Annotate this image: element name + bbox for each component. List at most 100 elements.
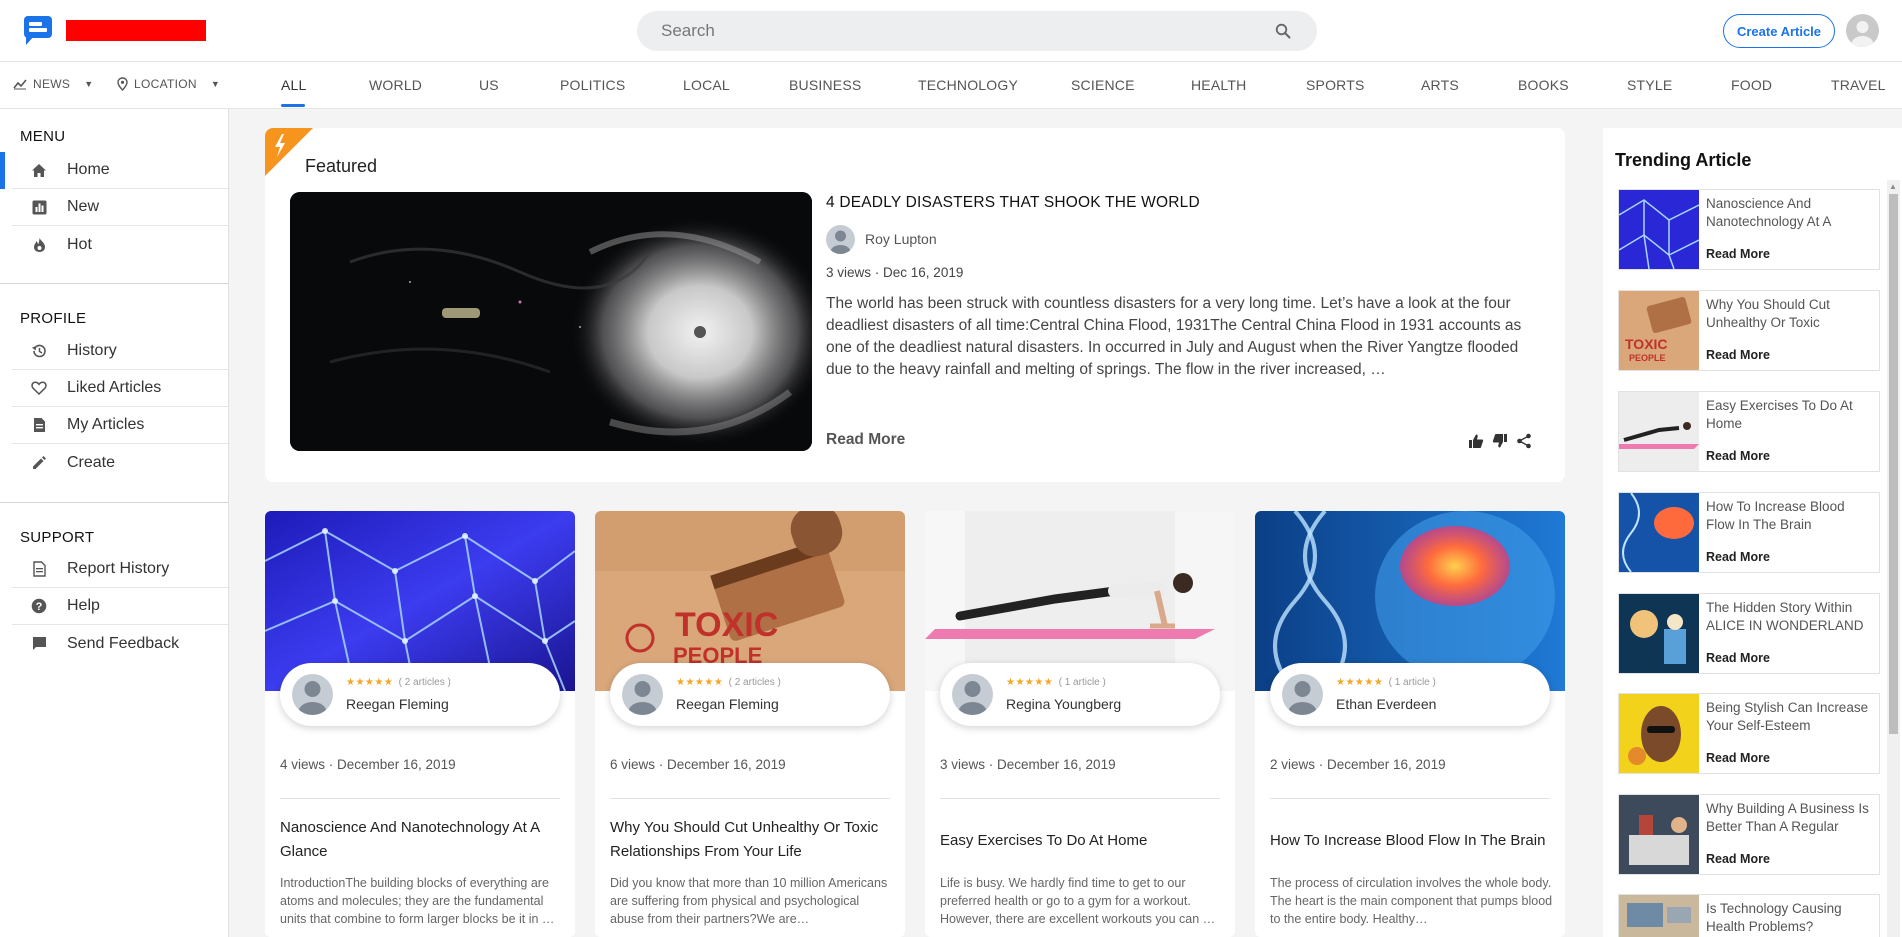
sidebar-item-help[interactable]: ? Help (12, 588, 228, 625)
tab-science[interactable]: SCIENCE (1071, 77, 1135, 93)
sidebar-item-new[interactable]: New (12, 189, 228, 226)
tab-technology[interactable]: TECHNOLOGY (918, 77, 1018, 93)
featured-image[interactable] (290, 192, 812, 451)
trending-item-title[interactable]: Easy Exercises To Do At Home (1706, 397, 1876, 433)
tab-us[interactable]: US (479, 77, 499, 93)
trending-read-more-link[interactable]: Read More (1706, 852, 1770, 866)
trending-item-title[interactable]: The Hidden Story Within ALICE IN WONDERL… (1706, 599, 1876, 635)
trending-item-title[interactable]: Being Stylish Can Increase Your Self-Est… (1706, 699, 1876, 735)
article-title[interactable]: How To Increase Blood Flow In The Brain (1270, 829, 1555, 853)
tab-style[interactable]: STYLE (1627, 77, 1672, 93)
author-name[interactable]: Reegan Fleming (346, 696, 449, 712)
news-filter-dropdown[interactable]: NEWS ▼ (13, 77, 93, 91)
location-filter-dropdown[interactable]: LOCATION ▼ (117, 77, 220, 91)
trending-item[interactable]: Is Technology Causing Health Problems? R… (1618, 894, 1880, 937)
scrollbar-thumb[interactable] (1889, 194, 1898, 734)
article-title[interactable]: Easy Exercises To Do At Home (940, 829, 1225, 853)
author-pill[interactable]: ★★★★★ ( 2 articles ) Reegan Fleming (610, 663, 890, 726)
tab-world[interactable]: WORLD (369, 77, 422, 93)
trending-item-title[interactable]: Why You Should Cut Unhealthy Or Toxic (1706, 296, 1876, 332)
search-bar[interactable] (637, 11, 1317, 51)
scroll-up-icon[interactable]: ▲ (1889, 182, 1897, 191)
trending-item[interactable]: The Hidden Story Within ALICE IN WONDERL… (1618, 593, 1880, 674)
article-title[interactable]: Why You Should Cut Unhealthy Or Toxic Re… (610, 816, 895, 864)
trending-scrollbar[interactable]: ▲ (1887, 180, 1900, 937)
trending-item[interactable]: Why Building A Business Is Better Than A… (1618, 794, 1880, 875)
rating-stars: ★★★★★ (346, 677, 394, 688)
featured-read-more-link[interactable]: Read More (826, 431, 905, 449)
author-avatar[interactable] (952, 674, 993, 715)
trending-read-more-link[interactable]: Read More (1706, 751, 1770, 765)
trending-item[interactable]: TOXIC PEOPLE Why You Should Cut Unhealthy… (1618, 290, 1880, 371)
sidebar-item-create[interactable]: Create (12, 444, 228, 481)
user-avatar[interactable] (1846, 14, 1879, 47)
article-title[interactable]: Nanoscience And Nanotechnology At A Glan… (280, 816, 565, 864)
trending-thumbnail[interactable] (1619, 190, 1699, 269)
tab-travel[interactable]: TRAVEL (1831, 77, 1886, 93)
sidebar-item-send-feedback[interactable]: Send Feedback (12, 625, 228, 662)
trending-item[interactable]: Nanoscience And Nanotechnology At A Read… (1618, 189, 1880, 270)
tab-local[interactable]: LOCAL (683, 77, 730, 93)
heart-icon (30, 379, 48, 397)
trending-read-more-link[interactable]: Read More (1706, 247, 1770, 261)
business-thumbnail (1619, 795, 1699, 874)
author-name[interactable]: Regina Youngberg (1006, 696, 1121, 712)
featured-author-name[interactable]: Roy Lupton (865, 231, 937, 247)
sidebar-item-liked-articles[interactable]: Liked Articles (12, 370, 228, 407)
author-avatar[interactable] (1282, 674, 1323, 715)
tab-all[interactable]: ALL (281, 77, 307, 93)
trending-read-more-link[interactable]: Read More (1706, 449, 1770, 463)
trending-read-more-link[interactable]: Read More (1706, 651, 1770, 665)
avatar-placeholder-icon (958, 681, 987, 715)
article-card[interactable]: ★★★★★ ( 2 articles ) Reegan Fleming 4 vi… (265, 511, 575, 937)
author-name[interactable]: Ethan Everdeen (1336, 696, 1436, 712)
tab-business[interactable]: BUSINESS (789, 77, 861, 93)
sidebar-item-my-articles[interactable]: My Articles (12, 407, 228, 444)
trending-thumbnail[interactable] (1619, 694, 1699, 773)
tab-books[interactable]: BOOKS (1518, 77, 1569, 93)
search-icon[interactable] (1275, 23, 1291, 39)
trending-thumbnail[interactable] (1619, 493, 1699, 572)
author-pill[interactable]: ★★★★★ ( 1 article ) Regina Youngberg (940, 663, 1220, 726)
tab-arts[interactable]: ARTS (1421, 77, 1459, 93)
tab-politics[interactable]: POLITICS (560, 77, 625, 93)
trending-read-more-link[interactable]: Read More (1706, 348, 1770, 362)
sidebar-item-hot[interactable]: Hot (12, 226, 228, 263)
article-card[interactable]: ★★★★★ ( 1 article ) Ethan Everdeen 2 vie… (1255, 511, 1565, 937)
search-input[interactable] (661, 11, 1251, 51)
sidebar-item-home[interactable]: Home (12, 152, 228, 189)
author-pill[interactable]: ★★★★★ ( 2 articles ) Reegan Fleming (280, 663, 560, 726)
thumbs-down-icon[interactable] (1492, 433, 1508, 449)
article-card[interactable]: TOXIC PEOPLE ★★★★★ ( 2 articles ) Reegan… (595, 511, 905, 937)
tab-sports[interactable]: SPORTS (1306, 77, 1365, 93)
author-pill[interactable]: ★★★★★ ( 1 article ) Ethan Everdeen (1270, 663, 1550, 726)
trending-thumbnail[interactable] (1619, 594, 1699, 673)
author-avatar[interactable] (292, 674, 333, 715)
trending-item-title[interactable]: Why Building A Business Is Better Than A… (1706, 800, 1876, 836)
trending-thumbnail[interactable] (1619, 895, 1699, 937)
article-card[interactable]: ★★★★★ ( 1 article ) Regina Youngberg 3 v… (925, 511, 1235, 937)
featured-title[interactable]: 4 DEADLY DISASTERS THAT SHOOK THE WORLD (826, 194, 1200, 212)
trending-item-title[interactable]: Is Technology Causing Health Problems? (1706, 900, 1876, 936)
trending-item[interactable]: How To Increase Blood Flow In The Brain … (1618, 492, 1880, 573)
sidebar-item-report-history[interactable]: Report History (12, 551, 228, 588)
trending-read-more-link[interactable]: Read More (1706, 550, 1770, 564)
author-name[interactable]: Reegan Fleming (676, 696, 779, 712)
trending-thumbnail[interactable] (1619, 795, 1699, 874)
app-logo-icon[interactable] (22, 14, 56, 46)
sidebar-item-history[interactable]: History (12, 333, 228, 370)
trending-thumbnail[interactable] (1619, 392, 1699, 471)
tab-health[interactable]: HEALTH (1191, 77, 1246, 93)
trending-thumbnail[interactable]: TOXIC PEOPLE (1619, 291, 1699, 370)
trending-item[interactable]: Easy Exercises To Do At Home Read More (1618, 391, 1880, 472)
author-avatar[interactable] (622, 674, 663, 715)
thumbs-up-icon[interactable] (1468, 433, 1484, 449)
trending-item-title[interactable]: Nanoscience And Nanotechnology At A (1706, 195, 1876, 231)
author-rating: ★★★★★ ( 1 article ) (1336, 677, 1436, 688)
trending-item[interactable]: Being Stylish Can Increase Your Self-Est… (1618, 693, 1880, 774)
create-article-button[interactable]: Create Article (1723, 14, 1835, 48)
tab-food[interactable]: FOOD (1731, 77, 1772, 93)
featured-author-avatar[interactable] (826, 225, 855, 254)
share-icon[interactable] (1516, 433, 1532, 449)
trending-item-title[interactable]: How To Increase Blood Flow In The Brain (1706, 498, 1876, 534)
